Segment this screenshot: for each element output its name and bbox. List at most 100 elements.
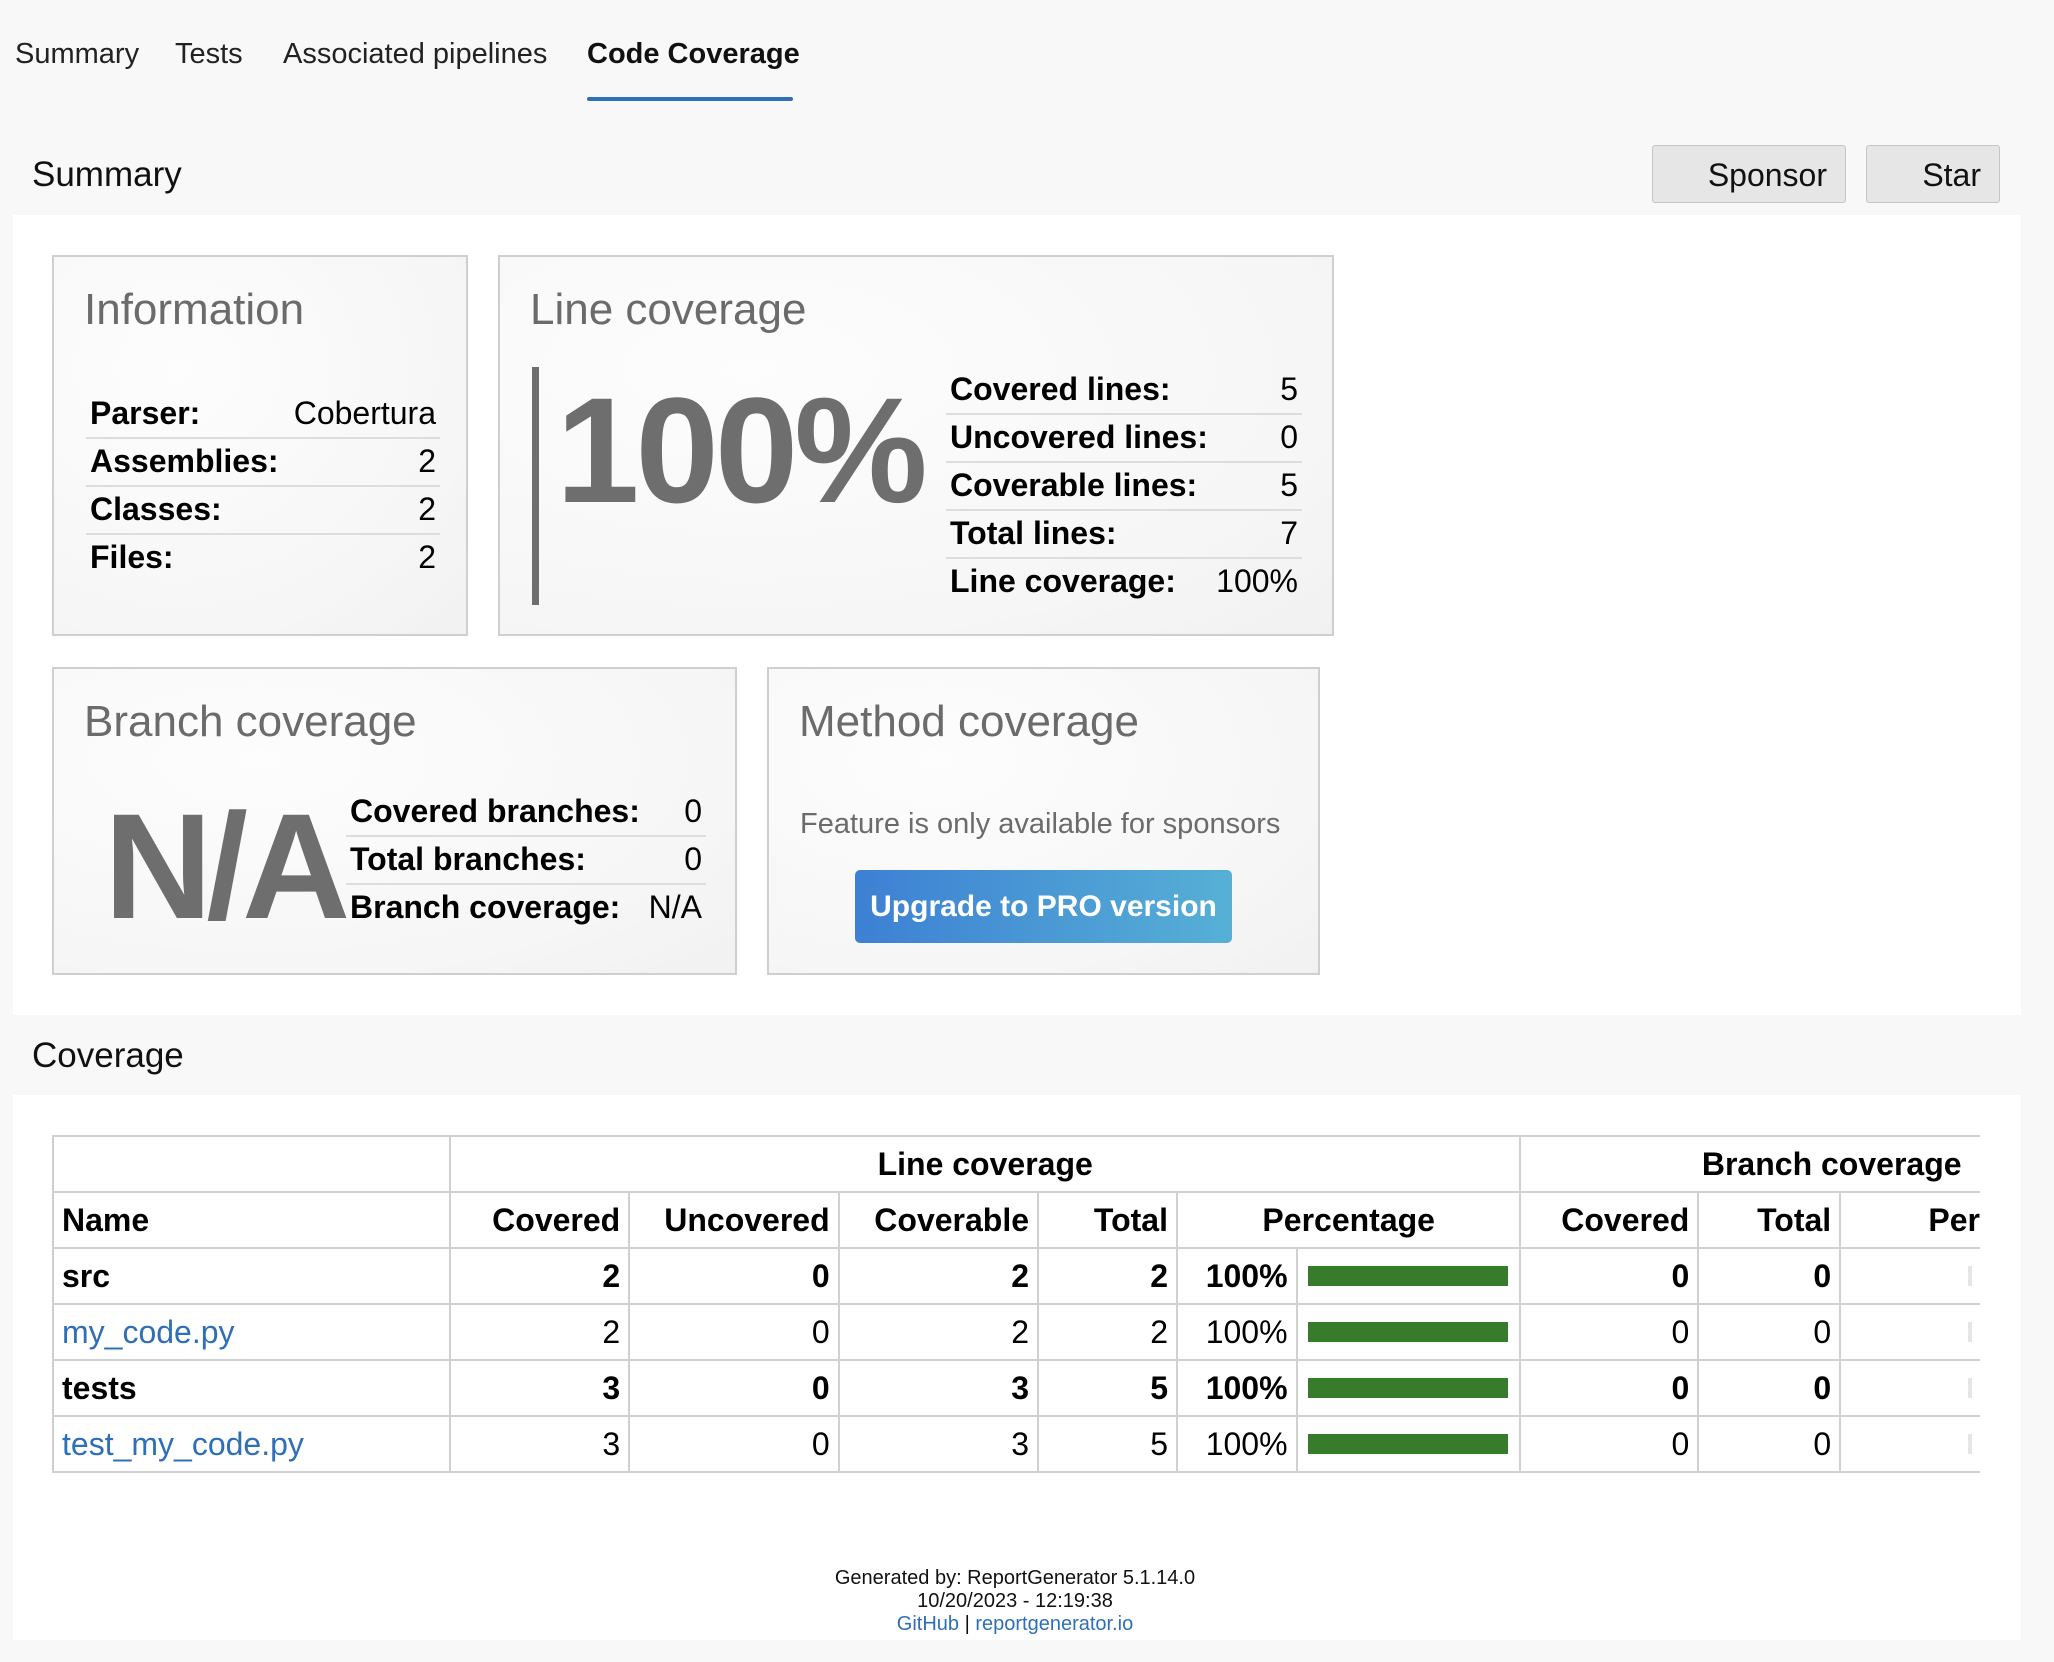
cell-branch-total: 0 bbox=[1697, 1359, 1842, 1417]
branch-label: Total branches: bbox=[350, 841, 586, 877]
branch-value: N/A bbox=[648, 889, 702, 925]
line-label: Uncovered lines: bbox=[950, 419, 1208, 455]
col-branch-covered-header[interactable]: Covered bbox=[1519, 1191, 1700, 1249]
cell-branch-covered: 0 bbox=[1519, 1247, 1700, 1305]
line-label: Total lines: bbox=[950, 515, 1117, 551]
tab-tests[interactable]: Tests bbox=[175, 38, 243, 71]
cell-branch-total: 0 bbox=[1697, 1247, 1842, 1305]
line-value: 5 bbox=[1280, 371, 1298, 407]
empty-header-cell bbox=[52, 1135, 451, 1193]
file-link-my-code[interactable]: my_code.py bbox=[62, 1314, 235, 1350]
github-link[interactable]: GitHub bbox=[897, 1613, 959, 1635]
cell-branch-covered: 0 bbox=[1519, 1415, 1700, 1473]
cell-coverage-bar bbox=[1295, 1415, 1522, 1473]
cell-total: 2 bbox=[1037, 1303, 1178, 1361]
file-link-test-my-code[interactable]: test_my_code.py bbox=[62, 1426, 304, 1462]
info-row-assemblies: Assemblies: 2 bbox=[86, 439, 440, 487]
line-row-coverable: Coverable lines: 5 bbox=[946, 463, 1302, 511]
info-value: Cobertura bbox=[293, 395, 436, 431]
footer-separator: | bbox=[964, 1613, 970, 1635]
branch-row-covered: Covered branches: 0 bbox=[346, 789, 706, 837]
coverage-bar-fill bbox=[1308, 1322, 1509, 1342]
table-row-test-my-code: test_my_code.py 3 0 3 5 100% 0 0 bbox=[52, 1415, 1980, 1473]
col-branch-total-header[interactable]: Total bbox=[1697, 1191, 1842, 1249]
footer-generated-by: Generated by: ReportGenerator 5.1.14.0 bbox=[834, 1567, 1196, 1589]
coverage-bar bbox=[1308, 1266, 1509, 1286]
info-row-classes: Classes: 2 bbox=[86, 487, 440, 535]
info-label: Files: bbox=[90, 539, 174, 575]
sponsor-only-note: Feature is only available for sponsors bbox=[800, 808, 1281, 840]
col-coverable-header[interactable]: Coverable bbox=[837, 1191, 1040, 1249]
line-label: Coverable lines: bbox=[950, 467, 1198, 503]
upgrade-pro-button[interactable]: Upgrade to PRO version bbox=[855, 870, 1232, 943]
cell-covered: 3 bbox=[448, 1359, 631, 1417]
cell-covered: 2 bbox=[448, 1247, 631, 1305]
coverage-table-scroll[interactable]: Line coverage Branch coverage Name Cover… bbox=[52, 1135, 1980, 1497]
line-coverage-title: Line coverage bbox=[530, 285, 807, 334]
coverage-heading: Coverage bbox=[32, 1036, 184, 1075]
cell-total: 2 bbox=[1037, 1247, 1178, 1305]
cell-coverable: 3 bbox=[837, 1415, 1040, 1473]
star-button[interactable]: Star bbox=[1866, 145, 2000, 203]
branch-coverage-value: N/A bbox=[104, 782, 350, 950]
table-column-header-row: Name Covered Uncovered Coverable Total P… bbox=[52, 1191, 1980, 1249]
line-label: Covered lines: bbox=[950, 371, 1171, 407]
information-title: Information bbox=[84, 285, 305, 334]
cell-covered: 3 bbox=[448, 1415, 631, 1473]
branch-label: Covered branches: bbox=[350, 793, 640, 829]
line-value: 5 bbox=[1280, 467, 1298, 503]
branch-coverage-title: Branch coverage bbox=[84, 697, 417, 746]
cell-coverage-bar bbox=[1295, 1303, 1522, 1361]
table-group-header-row: Line coverage Branch coverage bbox=[52, 1135, 1980, 1193]
line-row-coverage: Line coverage: 100% bbox=[946, 559, 1302, 605]
row-name: my_code.py bbox=[52, 1303, 451, 1361]
coverage-bar bbox=[1308, 1378, 1509, 1398]
line-coverage-card: Line coverage 100% Covered lines: 5 Unco… bbox=[498, 255, 1334, 636]
col-name-header[interactable]: Name bbox=[52, 1191, 451, 1249]
branch-row-coverage: Branch coverage: N/A bbox=[346, 885, 706, 931]
tab-associated-pipelines[interactable]: Associated pipelines bbox=[283, 38, 547, 71]
cell-coverage-bar bbox=[1295, 1359, 1522, 1417]
table-row-tests: tests 3 0 3 5 100% 0 0 bbox=[52, 1359, 1980, 1417]
cell-covered: 2 bbox=[448, 1303, 631, 1361]
line-coverage-divider bbox=[532, 367, 539, 605]
coverage-bar bbox=[1308, 1434, 1509, 1454]
reportgenerator-link[interactable]: reportgenerator.io bbox=[975, 1613, 1133, 1635]
cell-branch-percentage bbox=[1839, 1415, 1980, 1473]
line-coverage-group-header: Line coverage bbox=[448, 1135, 1522, 1193]
col-covered-header[interactable]: Covered bbox=[448, 1191, 631, 1249]
cell-branch-covered: 0 bbox=[1519, 1359, 1700, 1417]
table-row-src: src 2 0 2 2 100% 0 0 bbox=[52, 1247, 1980, 1305]
cell-branch-total: 0 bbox=[1697, 1415, 1842, 1473]
cell-branch-covered: 0 bbox=[1519, 1303, 1700, 1361]
line-value: 100% bbox=[1216, 563, 1298, 599]
cell-branch-percentage bbox=[1839, 1247, 1980, 1305]
top-tab-bar: Summary Tests Associated pipelines Code … bbox=[0, 0, 2054, 104]
cell-percentage: 100% bbox=[1175, 1303, 1298, 1361]
coverage-bar-fill bbox=[1308, 1378, 1509, 1398]
info-label: Classes: bbox=[90, 491, 222, 527]
tab-summary[interactable]: Summary bbox=[15, 38, 139, 71]
method-coverage-title: Method coverage bbox=[799, 697, 1139, 746]
info-value: 2 bbox=[418, 491, 436, 527]
branch-coverage-group-header: Branch coverage bbox=[1519, 1135, 1980, 1193]
coverage-bar-fill bbox=[1308, 1266, 1509, 1286]
cell-uncovered: 0 bbox=[628, 1303, 840, 1361]
branch-row-total: Total branches: 0 bbox=[346, 837, 706, 885]
cell-coverable: 2 bbox=[837, 1247, 1040, 1305]
cell-branch-percentage bbox=[1839, 1303, 1980, 1361]
info-row-files: Files: 2 bbox=[86, 535, 440, 581]
sponsor-button[interactable]: Sponsor bbox=[1652, 145, 1846, 203]
col-uncovered-header[interactable]: Uncovered bbox=[628, 1191, 840, 1249]
cell-uncovered: 0 bbox=[628, 1359, 840, 1417]
tab-code-coverage[interactable]: Code Coverage bbox=[587, 38, 800, 71]
cell-coverable: 3 bbox=[837, 1359, 1040, 1417]
coverage-table: Line coverage Branch coverage Name Cover… bbox=[52, 1135, 1980, 1473]
col-branch-percentage-header[interactable]: Per bbox=[1839, 1191, 1980, 1249]
line-value: 7 bbox=[1280, 515, 1298, 551]
branch-value: 0 bbox=[684, 841, 702, 877]
branch-bar-stub bbox=[1968, 1378, 1972, 1398]
col-percentage-header[interactable]: Percentage bbox=[1175, 1191, 1522, 1249]
col-total-header[interactable]: Total bbox=[1037, 1191, 1178, 1249]
cell-percentage: 100% bbox=[1175, 1415, 1298, 1473]
